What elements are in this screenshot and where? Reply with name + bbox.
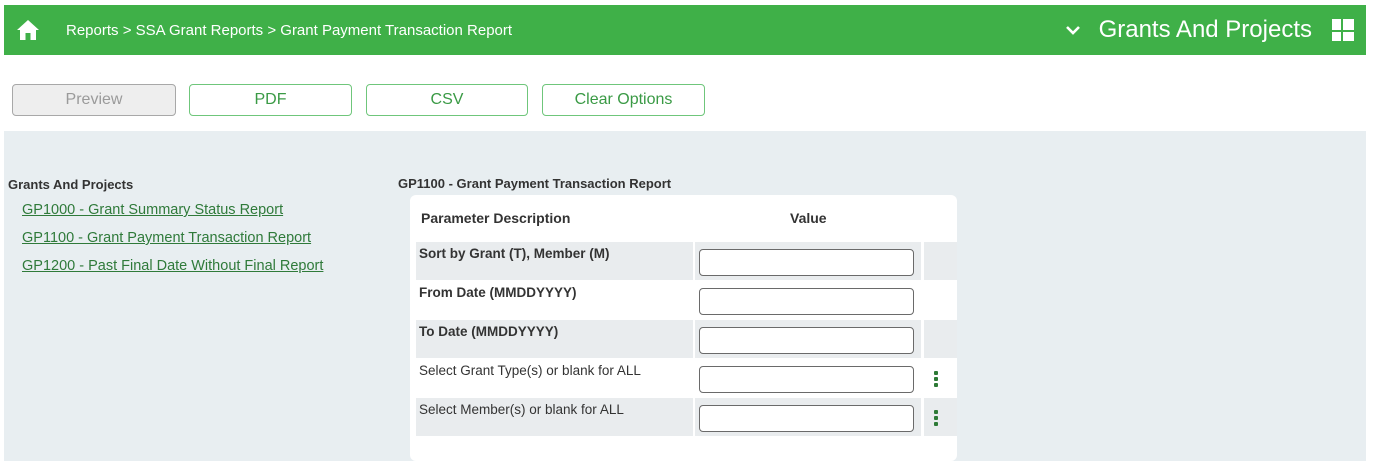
parameter-table: Parameter Description Value Sort by Gran… [410, 195, 957, 461]
param-extra-cell [924, 242, 957, 280]
param-value-cell [695, 320, 921, 358]
breadcrumb[interactable]: Reports > SSA Grant Reports > Grant Paym… [66, 22, 512, 39]
report-link-gp1200[interactable]: GP1200 - Past Final Date Without Final R… [22, 257, 323, 285]
report-list: GP1000 - Grant Summary Status Report GP1… [22, 201, 323, 285]
from-date-input[interactable] [699, 288, 914, 315]
grid-cell [1343, 19, 1354, 30]
grid-cell [1332, 32, 1341, 41]
chevron-down-icon[interactable] [1065, 24, 1081, 36]
report-list-title: Grants And Projects [8, 177, 134, 192]
param-extra-cell [924, 281, 957, 319]
param-label: Sort by Grant (T), Member (M) [416, 242, 693, 280]
param-row: From Date (MMDDYYYY) [416, 281, 957, 319]
kebab-menu-icon[interactable] [934, 410, 938, 426]
home-icon[interactable] [16, 19, 40, 41]
param-value-cell [695, 281, 921, 319]
param-label: Select Grant Type(s) or blank for ALL [419, 363, 641, 378]
report-link-gp1100[interactable]: GP1100 - Grant Payment Transaction Repor… [22, 229, 323, 257]
param-label: Select Member(s) or blank for ALL [416, 398, 693, 436]
preview-button[interactable]: Preview [12, 84, 176, 116]
param-label: From Date (MMDDYYYY) [419, 285, 577, 300]
report-toolbar: Preview PDF CSV Clear Options [4, 55, 1366, 131]
param-row: Select Member(s) or blank for ALL [416, 398, 957, 436]
app-title[interactable]: Grants And Projects [1099, 16, 1312, 44]
param-extra-cell [924, 398, 957, 436]
report-title: GP1100 - Grant Payment Transaction Repor… [398, 176, 672, 191]
kebab-menu-icon[interactable] [934, 371, 938, 387]
param-extra-cell [924, 320, 957, 358]
member-input[interactable] [699, 405, 914, 432]
param-value-cell [695, 359, 921, 397]
top-header: Reports > SSA Grant Reports > Grant Paym… [4, 5, 1366, 55]
grant-type-input[interactable] [699, 366, 914, 393]
param-value-cell [695, 398, 921, 436]
clear-options-button[interactable]: Clear Options [542, 84, 705, 116]
app-switcher[interactable]: Grants And Projects [1065, 16, 1354, 44]
column-header-value: Value [790, 210, 827, 226]
param-row: Select Grant Type(s) or blank for ALL [416, 359, 957, 397]
pdf-button[interactable]: PDF [189, 84, 352, 116]
content-area: Grants And Projects GP1000 - Grant Summa… [4, 131, 1366, 461]
to-date-input[interactable] [699, 327, 914, 354]
param-row: To Date (MMDDYYYY) [416, 320, 957, 358]
column-header-description: Parameter Description [421, 210, 571, 226]
report-link-gp1000[interactable]: GP1000 - Grant Summary Status Report [22, 201, 323, 229]
param-value-cell [695, 242, 921, 280]
param-row: Sort by Grant (T), Member (M) [416, 242, 957, 280]
sort-by-input[interactable] [699, 249, 914, 276]
grid-cell [1343, 32, 1354, 41]
param-label: To Date (MMDDYYYY) [416, 320, 693, 358]
csv-button[interactable]: CSV [366, 84, 528, 116]
layout-grid-icon[interactable] [1332, 19, 1354, 41]
param-extra-cell [924, 359, 957, 397]
grid-cell [1332, 19, 1341, 30]
